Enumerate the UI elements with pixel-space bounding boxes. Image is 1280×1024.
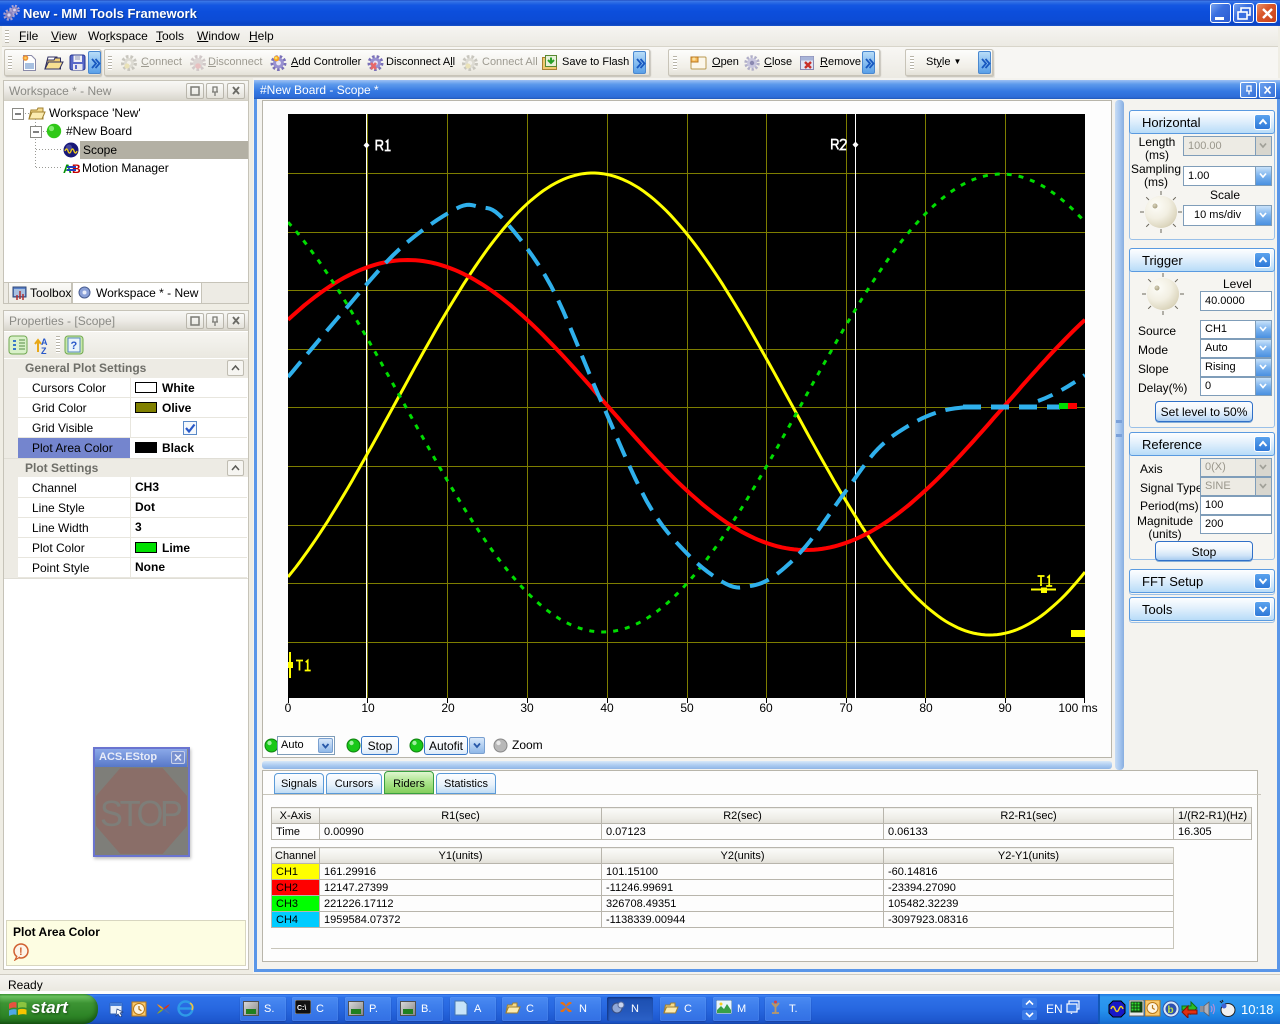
svg-text:!: ! — [19, 946, 23, 958]
svg-text:b: b — [1168, 1005, 1174, 1016]
svg-text:STOP: STOP — [100, 793, 183, 834]
svg-text:Z: Z — [41, 346, 47, 355]
svg-text:?: ? — [71, 340, 78, 352]
svg-text:C:\: C:\ — [297, 1005, 306, 1012]
